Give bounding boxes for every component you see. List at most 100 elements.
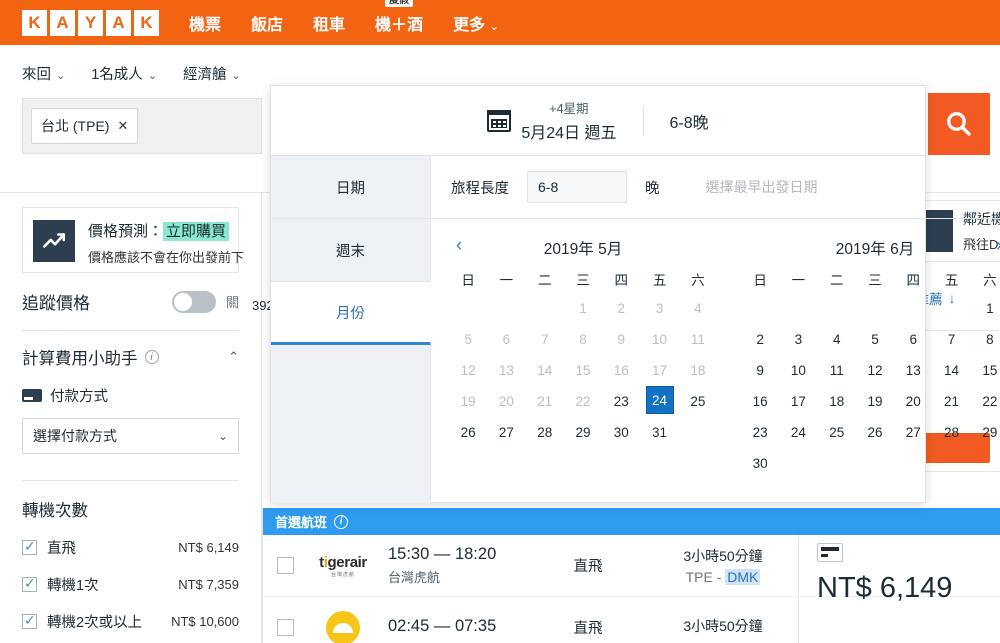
date-picker-tab-月份[interactable]: 月份 [271,282,431,345]
search-option-經濟艙[interactable]: 經濟艙 ⌄ [183,63,241,84]
day-cell[interactable]: 29 [971,417,1000,448]
day-cell[interactable]: 31 [640,417,678,448]
day-cell[interactable]: 19 [856,386,894,417]
day-cell[interactable]: 20 [894,386,932,417]
preferred-flights-header: 首選航班 i [263,508,1000,535]
day-cell[interactable]: 30 [602,417,640,448]
day-cell-selected[interactable]: 24 [645,386,674,414]
day-cell[interactable]: 21 [932,386,970,417]
day-cell[interactable]: 28 [526,417,564,448]
day-cell[interactable]: 30 [741,448,779,479]
day-cell[interactable]: 10 [779,355,817,386]
track-price-toggle[interactable] [171,290,216,313]
search-option-1名成人[interactable]: 1名成人 ⌄ [91,63,157,84]
day-cell[interactable]: 27 [487,417,525,448]
day-cell[interactable]: 23 [602,386,640,417]
chevron-down-icon: ⌄ [56,70,66,82]
day-cell[interactable]: 25 [679,386,717,417]
info-icon[interactable]: i [334,514,349,529]
month-header: ‹ 2019年 5月 [449,233,717,263]
info-icon[interactable]: i [144,350,159,364]
checkbox-1[interactable] [22,575,37,592]
fee-helper-header[interactable]: 計算費用小助手 i ⌃ [22,331,239,383]
day-cell[interactable]: 18 [818,386,856,417]
route-dash: - [712,569,726,585]
nav-item-飯店[interactable]: 飯店 [249,7,285,39]
day-cell[interactable]: 1 [971,293,1000,324]
day-cell[interactable]: 25 [818,417,856,448]
stops-filter-item[interactable]: 轉機2次或以上 NT$ 10,600 [22,611,239,632]
flight-result-row[interactable]: tigerair 台灣虎航 15:30 — 18:20 台灣虎航 直飛 3小時50分鐘 TP… [263,535,1000,604]
payment-method-select[interactable]: 選擇付款方式 ⌄ [22,418,239,454]
logo-letter-0: K [22,9,47,36]
search-button[interactable] [928,93,990,155]
day-cell[interactable]: 11 [818,355,856,386]
destination-airport-code[interactable]: DMK [725,569,761,585]
stops-filter-item[interactable]: 轉機1次 NT$ 7,359 [22,574,239,595]
day-cell[interactable]: 12 [856,355,894,386]
day-cell[interactable]: 16 [741,386,779,417]
empty-cell [894,293,932,324]
day-cell[interactable]: 5 [856,324,894,355]
day-cell: 12 [460,363,476,378]
next-month-icon[interactable]: › [989,236,1000,255]
checkbox-2[interactable] [22,612,37,629]
day-cell[interactable]: 3 [779,324,817,355]
day-cell[interactable]: 8 [971,324,1000,355]
day-cell[interactable]: 15 [971,355,1000,386]
chevron-up-icon[interactable]: ⌃ [228,349,239,365]
stops-filter-label: 直飛 [47,541,76,557]
flight-duration-block: 3小時50分鐘 TPE - DMK [648,546,798,585]
weekday-header-row: 日一二三四五六 [741,263,1000,293]
date-picker-tab-週末[interactable]: 週末 [271,219,430,282]
weekday-label: 日 [461,273,475,288]
origin-input-field[interactable]: 台北 (TPE) ✕ [22,98,262,154]
origin-chip[interactable]: 台北 (TPE) ✕ [31,108,139,144]
day-cell[interactable]: 17 [779,386,817,417]
selected-date-summary: +4星期 5月24日 週五 [487,98,617,143]
flight-times: 15:30 — 18:20 台灣虎航 [388,545,528,586]
price-prediction-card: 價格預測： 立即購買 價格應該不會在你出發前下 [22,207,244,273]
day-cell: 16 [613,363,629,378]
kayak-logo[interactable]: KAYAK [22,9,159,36]
day-cell[interactable]: 2 [741,324,779,355]
search-option-來回[interactable]: 來回 ⌄ [22,63,65,84]
checkbox-0[interactable] [22,538,37,555]
day-cell[interactable]: 14 [932,355,970,386]
stops-filter-item[interactable]: 直飛 NT$ 6,149 [22,537,239,558]
day-cell[interactable]: 4 [818,324,856,355]
day-cell[interactable]: 28 [932,417,970,448]
day-cell[interactable]: 22 [971,386,1000,417]
day-cell[interactable]: 7 [932,324,970,355]
flight-select-checkbox[interactable] [277,619,294,636]
prev-month-icon[interactable]: ‹ [449,236,469,255]
date-picker-tab-日期[interactable]: 日期 [271,156,430,219]
day-cell[interactable]: 27 [894,417,932,448]
day-cell: 7 [540,332,549,347]
day-cell[interactable]: 6 [894,324,932,355]
weeks-ahead-label: +4星期 [549,102,589,116]
nav-item-租車[interactable]: 租車 [311,7,347,39]
day-cell[interactable]: 29 [564,417,602,448]
search-option-label: 1名成人 [91,67,143,83]
nights-summary-label: 6-8晚 [669,114,709,132]
weekday-label: 六 [691,273,705,288]
day-cell[interactable]: 26 [449,417,487,448]
trip-length-input[interactable] [527,171,627,203]
nav-item-機票[interactable]: 機票 [187,7,223,39]
nav-item-更多[interactable]: 更多 ⌄ [451,7,501,39]
earliest-departure-hint[interactable]: 選擇最早出發日期 [706,177,818,197]
nav-item-label: 飯店 [251,16,284,34]
day-cell[interactable]: 13 [894,355,932,386]
flight-select-checkbox[interactable] [277,557,294,574]
day-cell[interactable]: 23 [741,417,779,448]
day-cell: 21 [537,394,553,409]
day-cell[interactable]: 9 [741,355,779,386]
day-cell[interactable]: 24 [779,417,817,448]
day-cell: 9 [617,332,626,347]
close-icon[interactable]: ✕ [117,118,128,134]
day-cell[interactable]: 26 [856,417,894,448]
flight-result-row[interactable]: 02:45 — 07:35 直飛 3小時50分鐘 [263,597,1000,643]
stops-filter-price: NT$ 6,149 [178,540,239,555]
nav-item-機＋酒[interactable]: 度假 機＋酒 [373,0,425,39]
